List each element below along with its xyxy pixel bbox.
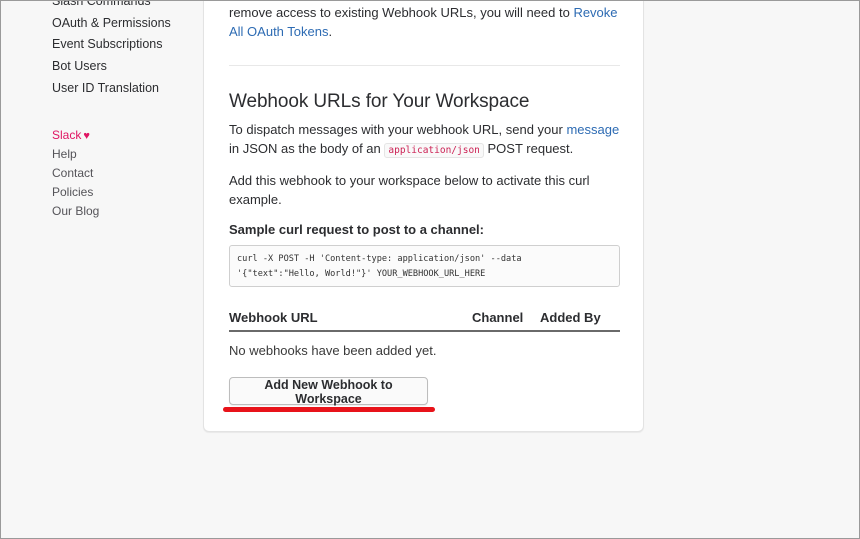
footer-link-contact[interactable]: Contact [52,164,202,183]
section-title: Webhook URLs for Your Workspace [229,91,530,112]
empty-table-message: No webhooks have been added yet. [229,343,437,358]
intro-text: remove access to existing Webhook URLs, … [229,4,624,41]
footer-link-slack-label: Slack [52,127,82,142]
activate-description: Add this webhook to your workspace below… [229,173,590,207]
intro-text-end: . [328,23,333,39]
dispatch-description-end: POST request. [483,141,574,156]
footer-link-our-blog[interactable]: Our Blog [52,202,202,221]
heart-icon: ♥ [83,129,90,142]
add-new-webhook-button[interactable]: Add New Webhook to Workspace [229,377,428,406]
red-annotation-underline [223,407,435,412]
footer-link-help[interactable]: Help [52,145,202,164]
column-header-channel: Channel [472,310,524,325]
webhooks-table-header: Webhook URL Channel Added By [229,300,620,332]
sidebar-item-event-subscriptions[interactable]: Event Subscriptions [52,34,202,56]
footer-link-slack[interactable]: Slack ♥ [52,126,202,146]
browser-viewport: Slash Commands OAuth & Permissions Event… [0,0,860,539]
dispatch-description-mid: in JSON as the body of an [229,141,385,156]
sidebar-item-user-id-translation[interactable]: User ID Translation [52,78,202,100]
column-header-added-by: Added By [540,310,601,325]
dispatch-description: To dispatch messages with your webhook U… [229,120,624,160]
footer-link-policies[interactable]: Policies [52,183,202,202]
message-link[interactable]: message [566,122,619,137]
intro-text-body: remove access to existing Webhook URLs, … [229,5,574,20]
webhooks-card: remove access to existing Webhook URLs, … [203,1,644,432]
sidebar-item-oauth-permissions[interactable]: OAuth & Permissions [52,13,202,35]
sidebar: Slash Commands OAuth & Permissions Event… [52,1,202,221]
sidebar-nav: Slash Commands OAuth & Permissions Event… [52,1,202,100]
sidebar-item-slash-commands[interactable]: Slash Commands [52,1,202,13]
sidebar-item-bot-users[interactable]: Bot Users [52,56,202,78]
section-divider [229,65,620,66]
curl-code-block: curl -X POST -H 'Content-type: applicati… [229,245,620,287]
code-line-1: curl -X POST -H 'Content-type: applicati… [237,254,522,264]
sample-curl-label: Sample curl request to post to a channel… [229,222,484,237]
column-header-webhook-url: Webhook URL [229,310,318,325]
content-type-code: application/json [384,143,484,158]
dispatch-description-start: To dispatch messages with your webhook U… [229,122,567,137]
code-line-2: '{"text":"Hello, World!"}' YOUR_WEBHOOK_… [237,269,486,279]
sidebar-footer: Slack ♥ Help Contact Policies Our Blog [52,126,202,221]
